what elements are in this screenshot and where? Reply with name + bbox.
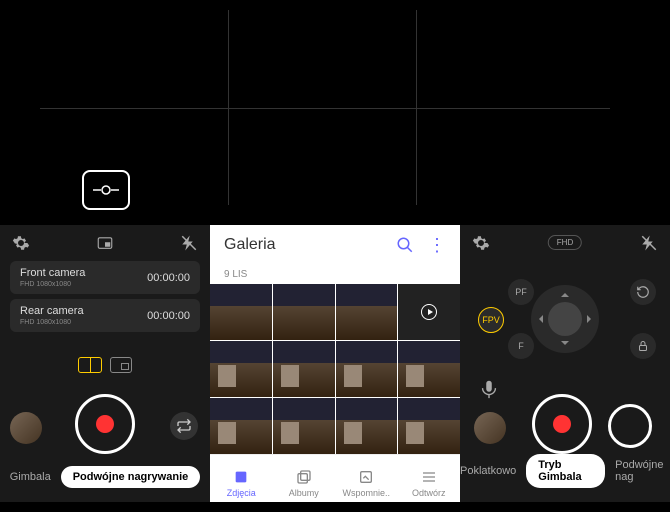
reset-button[interactable] [630,279,656,305]
pf-button[interactable]: PF [508,279,534,305]
viewfinder [0,0,670,225]
mode-dual-record[interactable]: Podwójne nagrywanie [61,466,201,488]
mode-selector[interactable]: Poklatkowo Tryb Gimbala Podwójne nag [460,454,670,488]
nav-photos[interactable]: Zdjęcia [210,455,273,512]
photo-thumb[interactable] [273,398,335,454]
cam-name: Front camera [20,267,85,279]
resolution-badge[interactable]: FHD [548,235,582,250]
gimbal-joystick[interactable] [531,285,599,353]
flash-off-icon[interactable] [640,234,658,252]
photo-thumb[interactable] [336,398,398,454]
video-thumb[interactable] [398,284,460,340]
nav-play[interactable]: Odtwórz [398,455,461,512]
more-icon[interactable]: ⋮ [428,235,446,256]
cam-res: FHD 1080x1080 [20,319,84,326]
photo-thumb[interactable] [210,284,272,340]
record-button[interactable] [532,394,592,454]
photo-grid [210,284,460,454]
dual-record-panel: Front camera FHD 1080x1080 00:00:00 Rear … [0,225,210,502]
mic-icon[interactable] [478,378,500,400]
photo-thumb[interactable] [210,398,272,454]
photo-thumb[interactable] [273,341,335,397]
pip-mode-icon[interactable] [96,234,114,252]
cam-name: Rear camera [20,305,84,317]
photo-thumb[interactable] [273,284,335,340]
cam-res: FHD 1080x1080 [20,281,85,288]
gallery-thumb[interactable] [10,412,42,444]
settings-icon[interactable] [12,234,30,252]
focus-indicator[interactable] [82,170,130,210]
photo-thumb[interactable] [398,341,460,397]
gallery-thumb[interactable] [474,412,506,444]
gimbal-panel: FHD FPV PF F Poklatkowo Tryb Gimbala Pod… [460,225,670,502]
fpv-button[interactable]: FPV [478,307,504,333]
cam-time: 00:00:00 [147,310,190,322]
mode-selector[interactable]: Gimbala Podwójne nagrywanie [0,466,210,488]
search-icon[interactable] [396,236,414,254]
swap-camera-icon[interactable] [170,412,198,440]
mode-dual[interactable]: Podwójne nag [615,459,670,483]
nav-albums[interactable]: Albumy [273,455,336,512]
nav-memories[interactable]: Wspomnie.. [335,455,398,512]
capture-button[interactable] [608,404,652,448]
settings-icon[interactable] [472,234,490,252]
mode-gimbal[interactable]: Gimbala [10,471,51,483]
gallery-title: Galeria [224,236,396,254]
split-view-icon[interactable] [78,357,102,373]
cam-time: 00:00:00 [147,272,190,284]
lock-button[interactable] [630,333,656,359]
front-camera-row[interactable]: Front camera FHD 1080x1080 00:00:00 [10,261,200,294]
gallery-panel: Galeria ⋮ 9 LIS Zdjęcia Albumy Wspomnie.… [210,225,460,502]
f-button[interactable]: F [508,333,534,359]
photo-thumb[interactable] [210,341,272,397]
pip-view-icon[interactable] [110,357,132,373]
flash-off-icon[interactable] [180,234,198,252]
rear-camera-row[interactable]: Rear camera FHD 1080x1080 00:00:00 [10,299,200,332]
photo-thumb[interactable] [336,341,398,397]
gallery-date: 9 LIS [210,265,460,284]
photo-thumb[interactable] [336,284,398,340]
photo-thumb[interactable] [398,398,460,454]
mode-timelapse[interactable]: Poklatkowo [460,465,516,477]
record-button[interactable] [75,394,135,454]
mode-gimbal[interactable]: Tryb Gimbala [526,454,605,488]
gallery-nav: Zdjęcia Albumy Wspomnie.. Odtwórz [210,454,460,512]
